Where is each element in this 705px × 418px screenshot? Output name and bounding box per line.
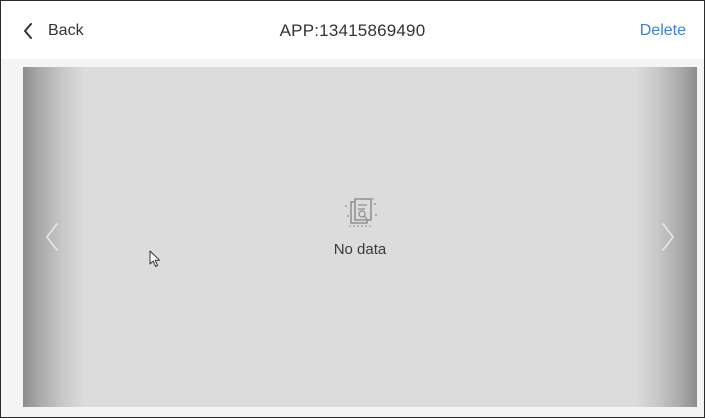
previous-button[interactable] bbox=[23, 67, 85, 407]
page-title: APP:13415869490 bbox=[279, 21, 426, 40]
delete-button[interactable]: Delete bbox=[640, 22, 686, 40]
top-navigation-bar: Back APP:13415869490 Delete bbox=[1, 1, 704, 59]
image-viewer: No data bbox=[23, 67, 697, 407]
chevron-right-icon bbox=[661, 222, 675, 257]
empty-state: No data bbox=[310, 195, 410, 258]
next-button[interactable] bbox=[635, 67, 697, 407]
app-window: Back APP:13415869490 Delete No data bbox=[0, 0, 705, 418]
mouse-pointer-icon bbox=[149, 250, 161, 273]
empty-document-icon bbox=[310, 195, 410, 231]
empty-state-text: No data bbox=[333, 241, 387, 258]
chevron-left-icon bbox=[45, 222, 59, 257]
